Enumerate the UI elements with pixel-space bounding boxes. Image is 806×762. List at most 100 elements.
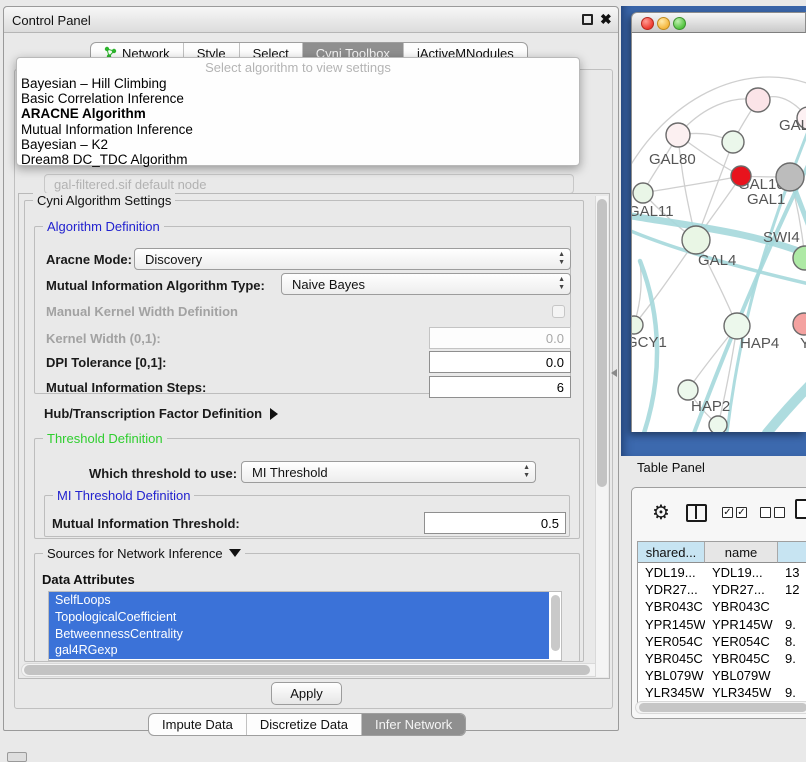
table-cell[interactable]: YPR145W: [705, 616, 778, 633]
apply-button[interactable]: Apply: [271, 682, 342, 705]
combo-stepper-icon: ▲▼: [523, 464, 530, 480]
table-cell[interactable]: YDR27...: [705, 581, 778, 598]
mi-type-label: Mutual Information Algorithm Type:: [46, 278, 265, 293]
dropdown-item[interactable]: Dream8 DC_TDC Algorithm: [17, 152, 579, 167]
table-panel-title: Table Panel: [637, 460, 705, 475]
select-all-checkbox-icon[interactable]: ✓: [736, 507, 747, 518]
dropdown-item[interactable]: Basic Correlation Inference: [17, 91, 579, 106]
kernel-width-field[interactable]: 0.0: [429, 327, 571, 349]
table-cell[interactable]: YER054C: [705, 633, 778, 650]
float-icon[interactable]: [582, 14, 593, 25]
deselect-all-checkbox-icon[interactable]: [760, 507, 771, 518]
aracne-mode-combobox[interactable]: Discovery ▲▼: [134, 248, 571, 270]
dropdown-item[interactable]: ARACNE Algorithm: [17, 106, 579, 121]
dropdown-prompt: Select algorithm to view settings: [17, 60, 579, 75]
network-node-label: Y: [800, 335, 806, 352]
node-attribute-table[interactable]: shared...nameYDL19...YDL19...13YDR27...Y…: [637, 541, 806, 711]
aracne-mode-value: Discovery: [145, 252, 202, 267]
network-node-label: GAL80: [649, 151, 696, 168]
which-threshold-value: MI Threshold: [252, 465, 328, 480]
table-cell[interactable]: YDR27...: [638, 581, 705, 598]
network-node: [731, 166, 751, 186]
list-item[interactable]: gal4RGexp: [49, 642, 549, 659]
network-graph: GALGAL80GAL10GAL1GAL11SWI4GAL4GCY1HAP4YH…: [632, 33, 806, 432]
combo-stepper-icon: ▲▼: [558, 276, 565, 292]
table-cell[interactable]: 9.: [778, 650, 806, 667]
hub-definition-expander[interactable]: Hub/Transcription Factor Definition: [44, 406, 278, 421]
list-item[interactable]: TopologicalCoefficient: [49, 609, 549, 626]
table-cell[interactable]: YLR345W: [638, 684, 705, 701]
table-cell[interactable]: YER054C: [638, 633, 705, 650]
zoom-traffic-light-icon[interactable]: [673, 17, 686, 30]
splitter-collapse-arrow[interactable]: [611, 369, 617, 377]
bottom-tab-impute-data[interactable]: Impute Data: [149, 714, 246, 735]
sources-title[interactable]: Sources for Network Inference: [43, 546, 245, 561]
split-columns-icon[interactable]: [686, 504, 707, 522]
network-window[interactable]: GALGAL80GAL10GAL1GAL11SWI4GAL4GCY1HAP4YH…: [631, 12, 806, 432]
dropdown-item[interactable]: Mutual Information Inference: [17, 122, 579, 137]
mi-threshold-label: Mutual Information Threshold:: [52, 516, 240, 531]
deselect-all-checkbox-icon[interactable]: [774, 507, 785, 518]
table-cell[interactable]: YLR345W: [705, 684, 778, 701]
collapse-down-icon: [229, 549, 241, 557]
table-cell[interactable]: YBR043C: [638, 598, 705, 615]
table-column-header[interactable]: name: [705, 542, 778, 563]
dropdown-item[interactable]: Bayesian – K2: [17, 137, 579, 152]
table-cell[interactable]: YBL079W: [638, 667, 705, 684]
horizontal-scrollbar[interactable]: [21, 663, 607, 677]
scrollbar-thumb[interactable]: [24, 665, 590, 675]
kernel-width-label: Kernel Width (0,1):: [46, 331, 161, 346]
threshold-definition-title: Threshold Definition: [43, 431, 167, 446]
mi-threshold-field[interactable]: 0.5: [424, 512, 566, 534]
network-node-label: GCY1: [632, 334, 667, 351]
table-cell[interactable]: YBL079W: [705, 667, 778, 684]
network-window-titlebar[interactable]: [631, 12, 806, 33]
network-node: [746, 88, 770, 112]
dpi-tolerance-field[interactable]: 0.0: [429, 351, 571, 373]
table-cell[interactable]: YDL19...: [705, 564, 778, 581]
table-cell[interactable]: YBR045C: [638, 650, 705, 667]
table-cell[interactable]: [778, 667, 806, 684]
scrollbar-thumb[interactable]: [639, 703, 806, 712]
network-node-label: HAP2: [691, 398, 730, 415]
table-cell[interactable]: 13: [778, 564, 806, 581]
network-node-label: GAL11: [632, 203, 674, 220]
table-column-header[interactable]: shared...: [638, 542, 705, 563]
gear-icon[interactable]: ⚙: [652, 500, 670, 525]
network-select-value: gal-filtered.sif default node: [54, 177, 206, 192]
list-item[interactable]: BetweennessCentrality: [49, 626, 549, 643]
bottom-tab-discretize-data[interactable]: Discretize Data: [246, 714, 361, 735]
mi-type-combobox[interactable]: Naive Bayes ▲▼: [281, 273, 571, 295]
list-item[interactable]: SelfLoops: [49, 592, 549, 609]
mini-panel-button[interactable]: [7, 752, 27, 762]
table-cell[interactable]: [778, 598, 806, 615]
table-cell[interactable]: 9.: [778, 684, 806, 701]
network-canvas[interactable]: GALGAL80GAL10GAL1GAL11SWI4GAL4GCY1HAP4YH…: [631, 33, 806, 432]
list-scrollbar[interactable]: [551, 595, 560, 651]
mi-steps-field[interactable]: 6: [429, 376, 571, 398]
manual-kernel-checkbox[interactable]: [552, 305, 565, 318]
table-cell[interactable]: YDL19...: [638, 564, 705, 581]
data-attributes-list[interactable]: SelfLoopsTopologicalCoefficientBetweenne…: [48, 591, 562, 661]
which-threshold-combobox[interactable]: MI Threshold ▲▼: [241, 461, 536, 483]
page-icon[interactable]: [795, 499, 806, 519]
dpi-tolerance-label: DPI Tolerance [0,1]:: [46, 355, 166, 370]
table-horizontal-scrollbar[interactable]: [635, 701, 806, 714]
table-cell[interactable]: 8.: [778, 633, 806, 650]
scrollbar-thumb[interactable]: [597, 199, 607, 487]
close-traffic-light-icon[interactable]: [641, 17, 654, 30]
table-cell[interactable]: YPR145W: [638, 616, 705, 633]
network-node: [776, 163, 804, 191]
table-column-header[interactable]: [778, 542, 806, 563]
bottom-tab-infer-network[interactable]: Infer Network: [361, 714, 465, 735]
dropdown-item[interactable]: Bayesian – Hill Climbing: [17, 76, 579, 91]
table-cell[interactable]: 9.: [778, 616, 806, 633]
select-all-checkbox-icon[interactable]: ✓: [722, 507, 733, 518]
table-cell[interactable]: YBR045C: [705, 650, 778, 667]
network-select-combobox-faded[interactable]: gal-filtered.sif default node: [44, 174, 574, 194]
close-icon[interactable]: ✖: [600, 11, 612, 28]
table-cell[interactable]: YBR043C: [705, 598, 778, 615]
minimize-traffic-light-icon[interactable]: [657, 17, 670, 30]
table-cell[interactable]: 12: [778, 581, 806, 598]
vertical-scrollbar[interactable]: [595, 196, 608, 677]
